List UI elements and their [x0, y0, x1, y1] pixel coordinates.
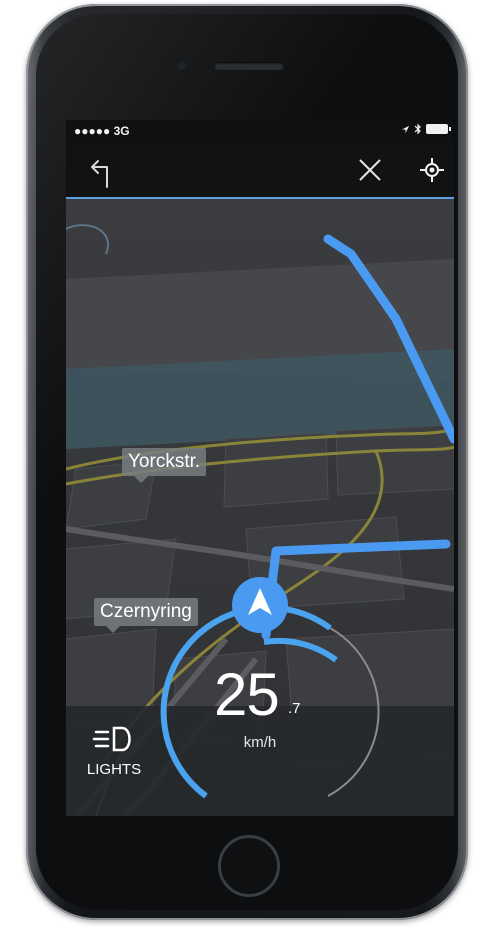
- speed-value: 25: [214, 661, 280, 728]
- battery-icon: [426, 124, 451, 134]
- turn-left-arrow-icon[interactable]: [80, 150, 120, 190]
- current-position-arrow-icon: [232, 577, 288, 633]
- lights-button[interactable]: LIGHTS: [82, 724, 146, 778]
- lights-label: LIGHTS: [86, 761, 142, 778]
- location-arrow-icon: [401, 125, 410, 133]
- earpiece-speaker: [214, 62, 284, 70]
- speed-unit: km/h: [243, 734, 277, 751]
- app-screen: Yorckstr. Czernyring ●●●●● 3G 25 .7 km/h…: [66, 120, 454, 816]
- status-bar: ●●●●● 3G: [66, 120, 454, 142]
- carrier-signal: ●●●●● 3G: [74, 124, 130, 138]
- front-camera: [178, 62, 186, 70]
- status-icons: [401, 123, 451, 135]
- home-button[interactable]: [218, 835, 280, 897]
- navbar-divider: [66, 197, 454, 199]
- navigation-bar: [66, 142, 454, 197]
- bluetooth-icon: [414, 123, 421, 135]
- street-label-czernyring: Czernyring: [94, 598, 198, 633]
- locate-crosshair-icon[interactable]: [412, 150, 452, 190]
- street-label-yorckstr: Yorckstr.: [122, 448, 207, 483]
- close-icon[interactable]: [350, 150, 390, 190]
- speed-decimal: .7: [288, 700, 301, 717]
- headlight-icon: [92, 726, 131, 752]
